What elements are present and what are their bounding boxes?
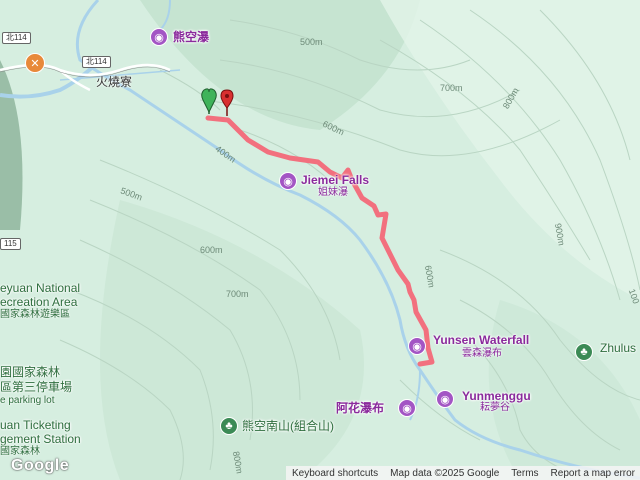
poi-label[interactable]: Yunsen Waterfall [433, 334, 529, 346]
camera-icon[interactable]: ◉ [398, 399, 416, 417]
topographic-map[interactable] [0, 0, 640, 480]
elevation-label: 700m [440, 83, 463, 93]
poi-sublabel: 姐妹瀑 [318, 187, 348, 198]
poi-label[interactable]: 熊空瀑 [173, 31, 209, 43]
place-label: 火燒寮 [96, 75, 133, 89]
park-label[interactable]: 園國家森林 [0, 366, 60, 378]
road-shield: 115 [0, 238, 21, 250]
park-sublabel: e parking lot [0, 395, 55, 406]
road-shield: 北114 [82, 56, 111, 68]
park-sublabel: 國家森林 [0, 446, 40, 457]
park-label[interactable]: uan Ticketing [0, 419, 71, 431]
elevation-label: 600m [200, 245, 223, 255]
park-label: 區第三停車場 [0, 380, 73, 394]
keyboard-shortcuts-link[interactable]: Keyboard shortcuts [292, 468, 378, 479]
park-sublabel: 國家森林遊樂區 [0, 309, 70, 320]
park-label[interactable]: eyuan National [0, 282, 80, 294]
poi-sublabel: 雲森瀑布 [462, 348, 502, 359]
camera-icon[interactable]: ◉ [436, 390, 454, 408]
park-label: gement Station [0, 432, 81, 446]
attribution-bar: Keyboard shortcuts Map data ©2025 Google… [286, 466, 640, 480]
park-label[interactable]: 熊空南山(組合山) [242, 420, 334, 432]
track-markers [201, 88, 234, 116]
start-flag-icon[interactable] [201, 88, 217, 114]
park-label: ecreation Area [0, 295, 78, 309]
elevation-label: 700m [226, 289, 249, 299]
map-data-text: Map data ©2025 Google [390, 467, 500, 479]
google-logo: Google [11, 457, 70, 474]
poi-label[interactable]: Jiemei Falls [301, 174, 369, 186]
report-error-link[interactable]: Report a map error [551, 468, 635, 479]
camera-icon[interactable]: ◉ [279, 172, 297, 190]
park-label[interactable]: Zhulus [600, 342, 636, 354]
restaurant-icon[interactable]: ✕ [25, 53, 45, 73]
terms-link[interactable]: Terms [511, 468, 538, 479]
road-shield: 北114 [2, 32, 31, 44]
poi-label[interactable]: Yunmenggu [462, 390, 531, 402]
poi-sublabel: 耘夢谷 [480, 402, 510, 413]
elevation-label: 500m [300, 37, 323, 47]
tree-icon[interactable]: ♣ [575, 343, 593, 361]
end-pin-icon[interactable] [220, 89, 234, 116]
poi-label[interactable]: 阿花瀑布 [336, 402, 384, 414]
camera-icon[interactable]: ◉ [150, 28, 168, 46]
tree-icon[interactable]: ♣ [220, 417, 238, 435]
camera-icon[interactable]: ◉ [408, 337, 426, 355]
